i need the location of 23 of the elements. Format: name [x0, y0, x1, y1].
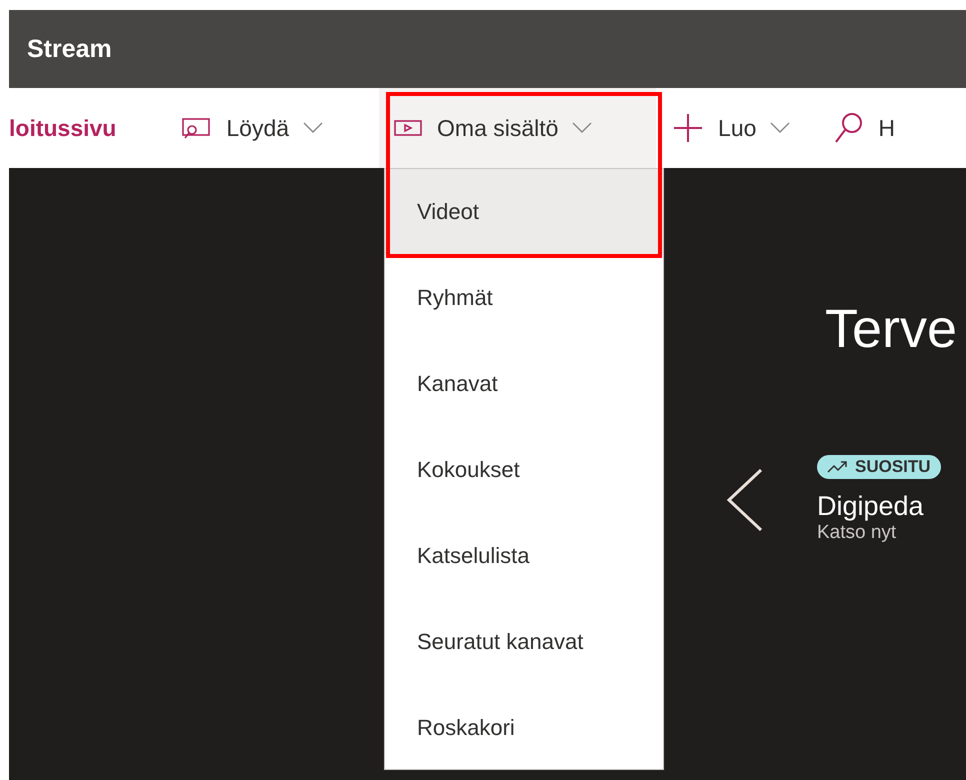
menu-item[interactable]: Seuratut kanavat — [385, 599, 663, 685]
screen-search-icon — [180, 116, 212, 140]
plus-icon — [672, 112, 704, 144]
chevron-left-icon[interactable] — [725, 468, 765, 532]
menu-item[interactable]: Kanavat — [385, 341, 663, 427]
badge-label: SUOSITU — [855, 457, 931, 477]
app-title: Stream — [27, 34, 112, 64]
trend-icon — [827, 460, 849, 474]
search-icon — [834, 112, 864, 144]
hero-heading: Terve — [825, 298, 958, 360]
menu-item[interactable]: Roskakori — [385, 685, 663, 771]
menu-item[interactable]: Katselulista — [385, 513, 663, 599]
nav-tab[interactable]: H — [810, 88, 916, 168]
video-title: Digipeda — [817, 491, 924, 522]
nav-tab[interactable]: loitussivu — [9, 88, 152, 168]
nav-tab[interactable]: Luo — [656, 88, 810, 168]
nav-tab[interactable]: Oma sisältö — [379, 88, 656, 168]
menu-item[interactable]: Ryhmät — [385, 255, 663, 341]
watch-link[interactable]: Katso nyt — [817, 522, 896, 544]
video-icon — [393, 118, 424, 138]
nav-tab[interactable]: Löydä — [152, 88, 380, 168]
menu-item[interactable]: Kokoukset — [385, 427, 663, 513]
menu-item[interactable]: Videot — [385, 169, 663, 255]
